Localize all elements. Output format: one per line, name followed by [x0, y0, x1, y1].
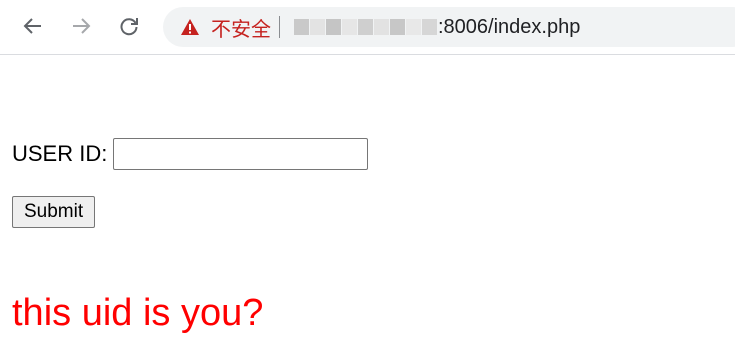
forward-button[interactable]: [67, 12, 95, 40]
reload-icon: [120, 18, 138, 36]
warning-triangle-icon[interactable]: [179, 17, 201, 37]
redacted-host: [294, 16, 438, 38]
url-text[interactable]: :8006/index.php: [438, 16, 580, 39]
browser-toolbar: 不安全 :8006/index.php: [0, 0, 735, 55]
reload-button[interactable]: [115, 12, 143, 40]
user-id-input[interactable]: [113, 138, 369, 170]
back-button[interactable]: [19, 12, 47, 40]
user-id-row: USER ID:: [12, 138, 369, 170]
arrow-right-icon: [73, 18, 91, 34]
result-message: this uid is you?: [12, 292, 264, 334]
address-separator: [279, 16, 280, 38]
address-bar[interactable]: 不安全 :8006/index.php: [163, 7, 735, 47]
security-status-label[interactable]: 不安全: [211, 13, 271, 42]
arrow-left-icon: [23, 18, 41, 34]
submit-button[interactable]: Submit: [12, 196, 96, 228]
user-id-label: USER ID:: [12, 141, 108, 166]
